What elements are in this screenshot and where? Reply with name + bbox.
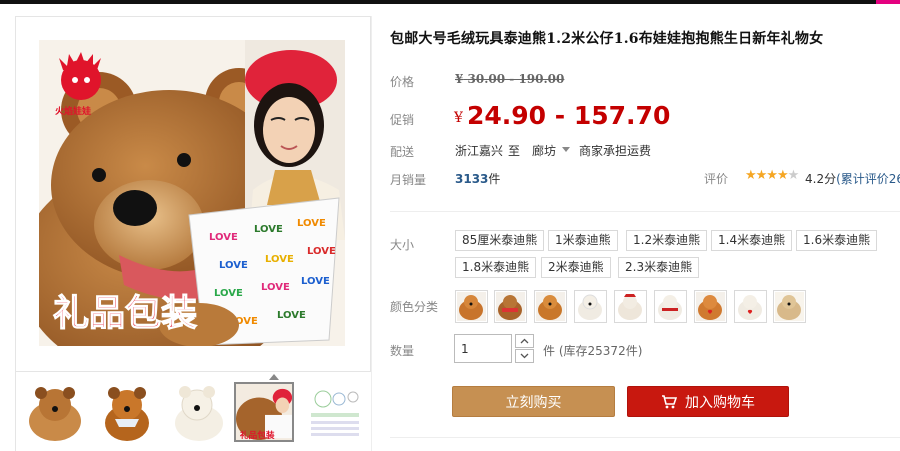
thumbnail-1[interactable] bbox=[24, 382, 84, 442]
svg-text:LOVE: LOVE bbox=[277, 310, 306, 321]
stock-count: (库存25372件) bbox=[558, 344, 643, 358]
promo-label: 促销 bbox=[390, 113, 415, 127]
thumbnail-2[interactable] bbox=[96, 382, 156, 442]
svg-text:LOVE: LOVE bbox=[219, 260, 248, 271]
buy-now-label: 立刻购买 bbox=[505, 394, 562, 411]
color-swatch-8[interactable] bbox=[734, 290, 767, 323]
thumbnail-strip: 礼品包装 bbox=[16, 371, 372, 451]
color-swatch-5[interactable] bbox=[614, 290, 647, 323]
top-bar-accent bbox=[876, 0, 900, 4]
color-swatch-4[interactable] bbox=[574, 290, 607, 323]
color-swatch-9[interactable] bbox=[773, 290, 806, 323]
shipping-city-select[interactable]: 廊坊 bbox=[532, 142, 556, 159]
color-swatch-1[interactable] bbox=[455, 290, 488, 323]
sales-unit: 件 bbox=[488, 172, 501, 186]
add-to-cart-button[interactable]: 加入购物车 bbox=[627, 386, 789, 417]
color-label: 颜色分类 bbox=[390, 300, 439, 314]
rating-stars-filled: ★★★★ bbox=[745, 168, 789, 183]
quantity-increase-button[interactable] bbox=[515, 334, 534, 348]
rating-stars-icon: ★★★★★ bbox=[745, 168, 800, 183]
column-divider bbox=[371, 16, 372, 451]
size-option-1-8m[interactable]: 1.8米泰迪熊 bbox=[455, 257, 537, 278]
bottom-divider bbox=[390, 437, 900, 438]
color-swatch-2[interactable] bbox=[494, 290, 527, 323]
sales-label: 月销量 bbox=[390, 173, 427, 187]
promo-currency: ¥ bbox=[454, 110, 463, 126]
svg-text:LOVE: LOVE bbox=[265, 254, 294, 265]
svg-text:LOVE: LOVE bbox=[209, 232, 238, 243]
rating-star-empty: ★ bbox=[787, 168, 800, 183]
product-gallery: LOVE LOVE LOVE LOVE LOVE LOVE LOVE LOVE … bbox=[15, 16, 372, 451]
color-swatch-3[interactable] bbox=[534, 290, 567, 323]
size-option-2m[interactable]: 2米泰迪熊 bbox=[541, 257, 611, 278]
svg-text:LOVE: LOVE bbox=[307, 246, 336, 257]
main-product-image[interactable]: LOVE LOVE LOVE LOVE LOVE LOVE LOVE LOVE … bbox=[39, 40, 345, 346]
original-price: ¥ 30.00 - 190.00 bbox=[455, 72, 564, 86]
size-option-1-6m[interactable]: 1.6米泰迪熊 bbox=[796, 230, 878, 251]
svg-text:LOVE: LOVE bbox=[297, 218, 326, 229]
shipping-to-label: 至 bbox=[508, 144, 521, 158]
chevron-up-icon bbox=[520, 338, 529, 344]
original-price-value: 30.00 - 190.00 bbox=[467, 72, 565, 86]
original-price-currency: ¥ bbox=[455, 72, 464, 86]
thumbnail-4[interactable]: 礼品包装 bbox=[234, 382, 294, 442]
rating-score: 4.2分 bbox=[805, 172, 837, 186]
size-option-1m[interactable]: 1米泰迪熊 bbox=[548, 230, 618, 251]
quantity-input[interactable] bbox=[454, 334, 512, 363]
shipping-origin: 浙江嘉兴 bbox=[455, 144, 504, 158]
price-label: 价格 bbox=[390, 75, 415, 89]
shipping-label: 配送 bbox=[390, 145, 415, 159]
size-option-85cm[interactable]: 85厘米泰迪熊 bbox=[455, 230, 545, 251]
stock-note: 件 (库存25372件) bbox=[543, 342, 642, 359]
svg-text:LOVE: LOVE bbox=[261, 282, 290, 293]
buy-now-button[interactable]: 立刻购买 bbox=[452, 386, 615, 417]
size-label: 大小 bbox=[390, 238, 415, 252]
quantity-decrease-button[interactable] bbox=[515, 349, 534, 363]
rating-summary: 4.2分(累计评价26 bbox=[805, 170, 900, 187]
size-option-1-2m[interactable]: 1.2米泰迪熊 bbox=[626, 230, 708, 251]
shopping-cart-icon bbox=[662, 394, 677, 408]
svg-text:火焰娃娃: 火焰娃娃 bbox=[55, 105, 91, 117]
shipping-fee: 商家承担运费 bbox=[579, 144, 652, 158]
sales-count: 3133 bbox=[455, 172, 489, 186]
color-swatch-6[interactable] bbox=[654, 290, 687, 323]
svg-text:LOVE: LOVE bbox=[301, 276, 330, 287]
product-title: 包邮大号毛绒玩具泰迪熊1.2米公仔1.6布娃娃抱抱熊生日新年礼物女 bbox=[390, 31, 824, 47]
svg-text:LOVE: LOVE bbox=[254, 224, 283, 235]
rating-label: 评价 bbox=[704, 172, 729, 186]
quantity-unit: 件 bbox=[543, 344, 556, 358]
chevron-down-icon[interactable] bbox=[562, 147, 570, 152]
size-option-1-4m[interactable]: 1.4米泰迪熊 bbox=[711, 230, 793, 251]
active-thumb-indicator bbox=[269, 374, 279, 380]
review-count-link[interactable]: (累计评价26 bbox=[836, 172, 900, 186]
quantity-label: 数量 bbox=[390, 344, 415, 358]
svg-text:LOVE: LOVE bbox=[214, 288, 243, 299]
thumbnail-3[interactable] bbox=[166, 382, 226, 442]
add-to-cart-label: 加入购物车 bbox=[685, 394, 755, 411]
gift-pack-label: 礼品包装 bbox=[53, 293, 197, 334]
top-bar bbox=[0, 0, 900, 4]
size-option-2-3m[interactable]: 2.3米泰迪熊 bbox=[618, 257, 700, 278]
thumbnail-5[interactable] bbox=[304, 382, 364, 442]
section-divider bbox=[390, 211, 900, 212]
color-swatch-7[interactable] bbox=[694, 290, 727, 323]
chevron-down-icon bbox=[520, 353, 529, 359]
promo-price: 24.90 - 157.70 bbox=[467, 101, 671, 130]
svg-text:礼品包装: 礼品包装 bbox=[240, 429, 275, 441]
monthly-sales: 3133件 bbox=[455, 170, 500, 187]
